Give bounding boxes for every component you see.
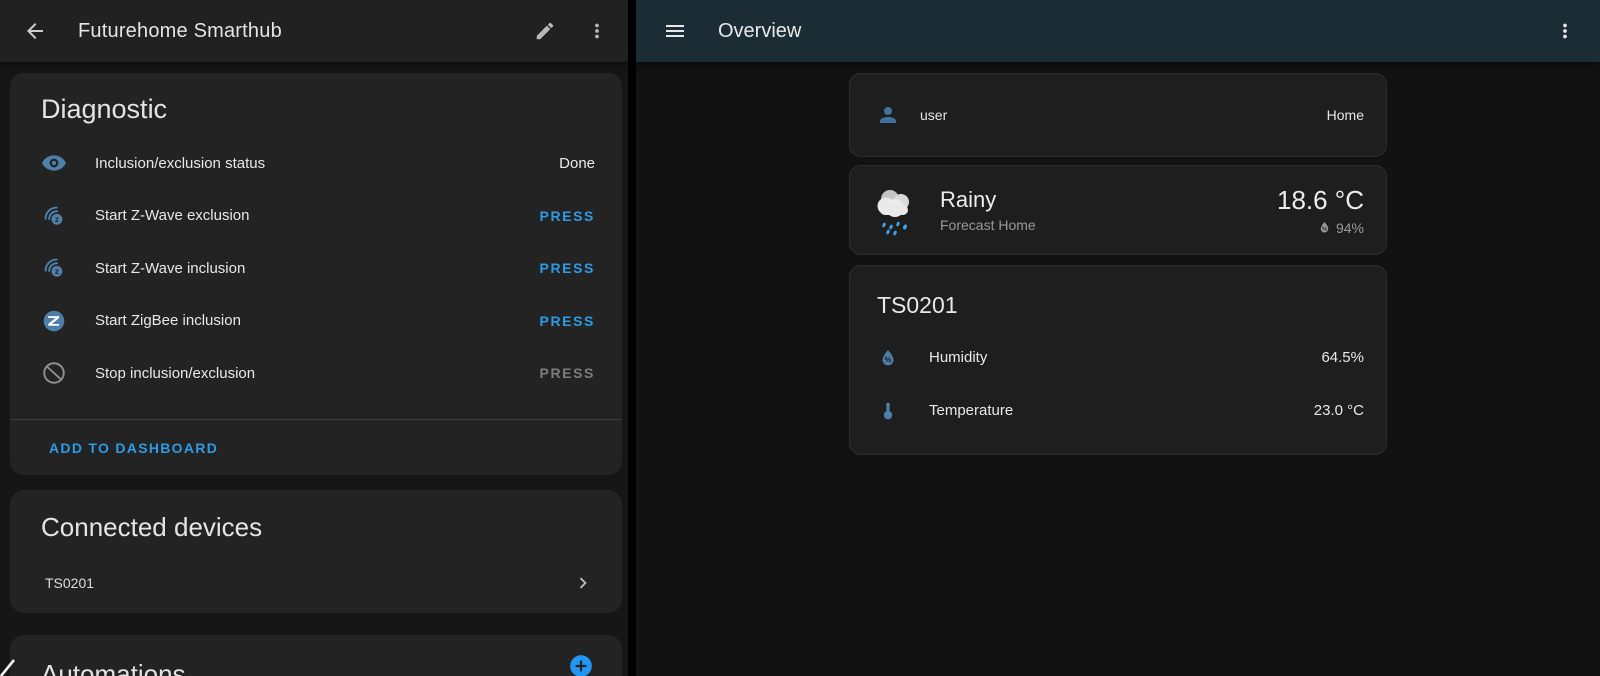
weather-readings: 18.6 °C % 94% <box>1277 185 1364 236</box>
person-icon <box>876 103 900 127</box>
zwave-icon: z <box>41 203 67 229</box>
row-label: Start Z-Wave inclusion <box>95 260 245 277</box>
screen: Futurehome Smarthub Diagnostic Inclusion… <box>0 0 1600 676</box>
back-arrow-icon[interactable] <box>22 18 48 44</box>
humidity-value: 94% <box>1336 220 1364 236</box>
weather-subtitle: Forecast Home <box>940 217 1036 233</box>
eye-icon <box>41 150 67 176</box>
row-label: Inclusion/exclusion status <box>95 155 265 172</box>
row-start-zwave-inclusion: z Start Z-Wave inclusion PRESS <box>10 242 622 295</box>
row-label: Stop inclusion/exclusion <box>95 365 255 382</box>
mouse-cursor <box>0 656 18 676</box>
svg-text:%: % <box>1322 227 1327 233</box>
weather-temperature: 18.6 °C <box>1277 185 1364 216</box>
weather-condition: Rainy <box>940 187 1036 213</box>
overview-body: user Home <box>636 62 1600 455</box>
zwave-icon: z <box>41 255 67 281</box>
thermometer-icon <box>877 400 899 422</box>
diagnostic-card: Diagnostic Inclusion/exclusion status Do… <box>10 73 622 475</box>
edit-pencil-icon[interactable] <box>532 18 558 44</box>
weather-card[interactable]: Rainy Forecast Home 18.6 °C % 94% <box>849 165 1387 255</box>
svg-text:%: % <box>885 355 892 364</box>
svg-text:z: z <box>55 215 59 224</box>
add-automation-plus-icon[interactable] <box>568 653 594 676</box>
svg-text:z: z <box>55 267 59 276</box>
add-to-dashboard-button[interactable]: ADD TO DASHBOARD <box>10 420 218 475</box>
connected-devices-card: Connected devices TS0201 <box>10 490 622 613</box>
temperature-row[interactable]: Temperature 23.0 °C <box>850 384 1386 437</box>
row-label: Start Z-Wave exclusion <box>95 207 250 224</box>
user-location: Home <box>1327 107 1364 123</box>
diagnostic-card-title: Diagnostic <box>10 73 622 137</box>
overflow-menu-icon[interactable] <box>584 18 610 44</box>
page-title: Futurehome Smarthub <box>78 20 282 43</box>
sensor-value: 23.0 °C <box>1314 402 1364 419</box>
sensor-value: 64.5% <box>1321 349 1364 366</box>
row-label: Start ZigBee inclusion <box>95 312 241 329</box>
left-app-bar: Futurehome Smarthub <box>0 0 628 62</box>
block-icon <box>41 360 67 386</box>
row-inclusion-exclusion-status: Inclusion/exclusion status Done <box>10 137 622 190</box>
sensor-card-title: TS0201 <box>850 266 1386 331</box>
humidity-icon: % <box>877 347 899 369</box>
device-detail-panel: Futurehome Smarthub Diagnostic Inclusion… <box>0 0 628 676</box>
row-start-zigbee-inclusion: Start ZigBee inclusion PRESS <box>10 295 622 348</box>
sensor-label: Temperature <box>929 402 1013 419</box>
row-stop-inclusion-exclusion: Stop inclusion/exclusion PRESS <box>10 347 622 400</box>
connected-devices-title: Connected devices <box>10 490 622 557</box>
weather-text: Rainy Forecast Home <box>940 187 1036 233</box>
press-button[interactable]: PRESS <box>540 260 595 276</box>
row-start-zwave-exclusion: z Start Z-Wave exclusion PRESS <box>10 190 622 243</box>
device-name: TS0201 <box>45 575 94 591</box>
hamburger-menu-icon[interactable] <box>662 18 688 44</box>
humidity-row[interactable]: % Humidity 64.5% <box>850 331 1386 384</box>
sensor-label: Humidity <box>929 349 987 366</box>
press-button[interactable]: PRESS <box>540 313 595 329</box>
overflow-menu-icon[interactable] <box>1552 18 1578 44</box>
chevron-right-icon <box>572 572 594 594</box>
water-drop-icon: % <box>1317 220 1332 235</box>
left-panel-body: Diagnostic Inclusion/exclusion status Do… <box>0 62 628 676</box>
rainy-cloud-icon <box>868 181 924 239</box>
user-name: user <box>920 107 947 123</box>
overview-panel: Overview user Home <box>636 0 1600 676</box>
sensor-card-ts0201: TS0201 % Humidity 64.5% <box>849 265 1387 455</box>
zigbee-icon <box>41 308 67 334</box>
press-button[interactable]: PRESS <box>540 208 595 224</box>
weather-humidity: % 94% <box>1317 220 1364 236</box>
overview-title: Overview <box>718 20 801 43</box>
overview-app-bar: Overview <box>636 0 1600 62</box>
status-value: Done <box>559 155 595 172</box>
user-card[interactable]: user Home <box>849 73 1387 157</box>
automations-card: Automations <box>10 635 622 676</box>
automations-title: Automations <box>10 635 622 676</box>
device-row-ts0201[interactable]: TS0201 <box>10 557 622 609</box>
press-button-disabled: PRESS <box>540 365 595 381</box>
